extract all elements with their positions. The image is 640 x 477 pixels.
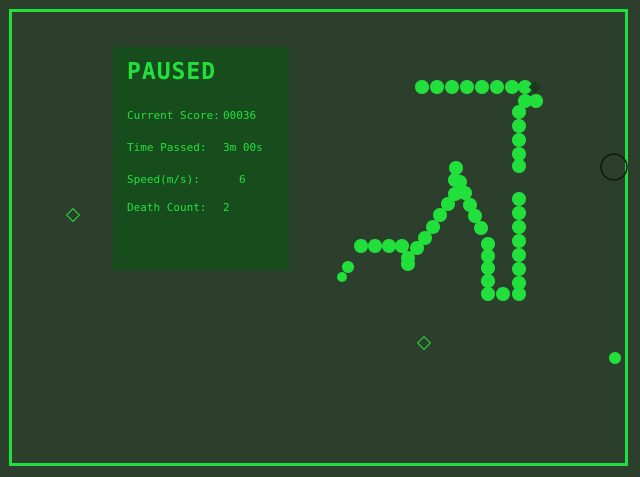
snake-segment <box>415 80 429 94</box>
snake-segment <box>382 239 396 253</box>
snake-segment <box>512 159 526 173</box>
snake-segment <box>512 119 526 133</box>
snake-segment <box>449 161 463 175</box>
snake-segment <box>368 239 382 253</box>
snake-segment <box>512 147 526 161</box>
snake-segment <box>490 80 504 94</box>
snake-segment <box>481 261 495 275</box>
stat-label: Current Score: <box>127 109 220 122</box>
snake-segment <box>448 173 462 187</box>
snake-segment <box>430 80 444 94</box>
snake-segment <box>496 287 510 301</box>
snake-segment <box>337 272 347 282</box>
snake-segment <box>460 80 474 94</box>
snake-segment <box>481 274 495 288</box>
snake-segment <box>395 239 409 253</box>
snake-segment <box>512 105 526 119</box>
pause-title: PAUSED <box>127 59 217 85</box>
snake-segment <box>463 198 477 212</box>
snake-segment <box>481 237 495 251</box>
snake-segment <box>512 133 526 147</box>
snake-head-diamond-icon <box>528 80 542 94</box>
stat-label: Death Count: <box>127 201 207 214</box>
diamond-food-icon <box>65 207 81 223</box>
stat-value: 2 <box>223 201 230 214</box>
snake-segment <box>512 206 526 220</box>
snake-segment <box>354 239 368 253</box>
diamond-food-icon <box>416 335 432 351</box>
stat-value: 6 <box>239 173 246 186</box>
stat-value: 00036 <box>223 109 257 122</box>
snake-segment <box>481 287 495 301</box>
game-board <box>65 80 628 364</box>
snake <box>337 80 543 301</box>
snake-segment <box>481 249 495 263</box>
snake-segment <box>474 221 488 235</box>
snake-segment <box>512 192 526 206</box>
snake-segment <box>512 262 526 276</box>
stat-label: Time Passed: <box>127 141 207 154</box>
snake-segment <box>512 248 526 262</box>
snake-segment <box>401 257 415 271</box>
snake-segment <box>433 208 447 222</box>
snake-segment <box>475 80 489 94</box>
dot-food-icon <box>609 352 621 364</box>
snake-segment <box>445 80 459 94</box>
stat-value: 3m 00s <box>223 141 263 154</box>
snake-segment <box>512 287 526 301</box>
ring-portal-icon <box>600 153 628 181</box>
snake-segment <box>512 234 526 248</box>
snake-segment <box>512 220 526 234</box>
pause-panel: PAUSED Current Score: 00036 Time Passed:… <box>113 47 289 270</box>
snake-segment <box>342 261 354 273</box>
snake-segment <box>505 80 519 94</box>
stat-label: Speed(m/s): <box>127 173 200 186</box>
